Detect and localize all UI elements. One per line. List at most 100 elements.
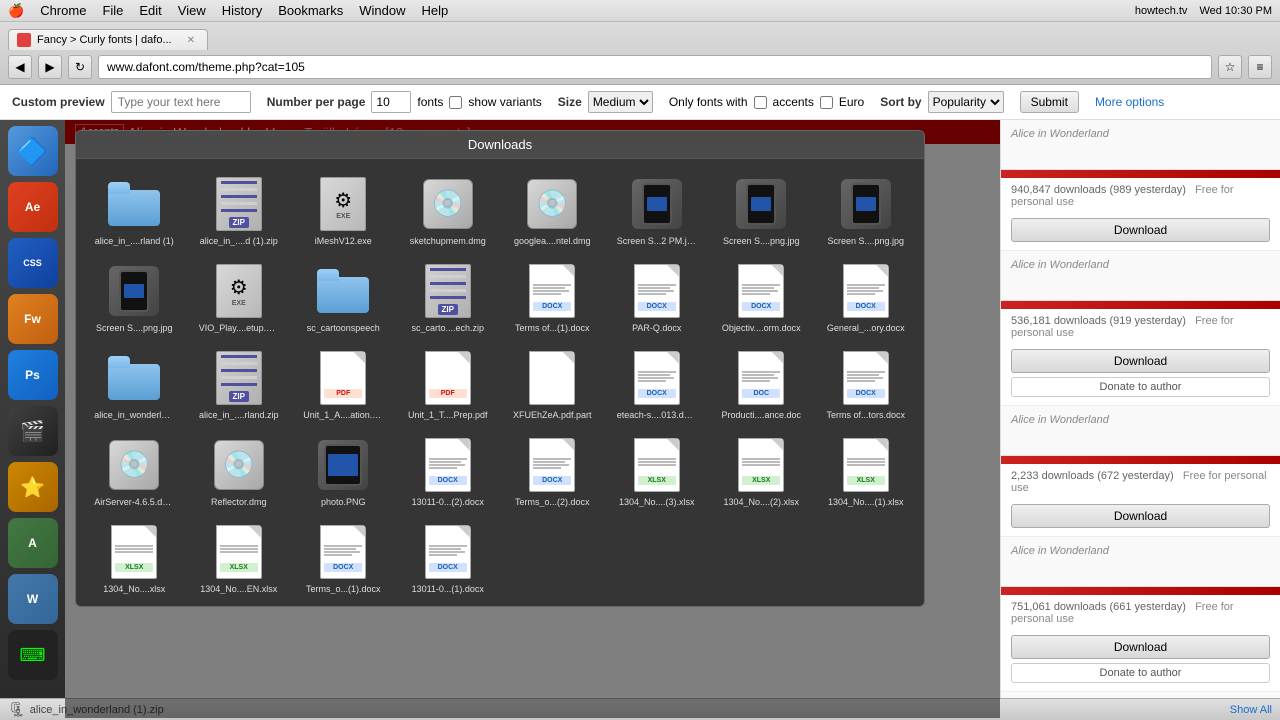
- tab-label: Fancy > Curly fonts | dafo...: [37, 34, 172, 46]
- download-item[interactable]: PDF Unit_1_A....ation.pdf: [293, 341, 394, 424]
- download-item[interactable]: Screen S....png.jpg: [816, 167, 917, 250]
- donate-button[interactable]: Donate to author: [1011, 663, 1270, 683]
- forward-button[interactable]: ▶: [38, 55, 62, 79]
- download-label: 1304_No....(2).xlsx: [721, 497, 801, 507]
- download-button[interactable]: Download: [1011, 349, 1270, 373]
- download-item[interactable]: DOCX 13011-0...(1).docx: [398, 515, 499, 598]
- sidebar-icon-star[interactable]: ⭐: [8, 462, 58, 512]
- download-item[interactable]: Screen S....png.jpg: [711, 167, 812, 250]
- download-icon: XLSX: [731, 432, 791, 497]
- download-item[interactable]: photo.PNG: [293, 428, 394, 511]
- download-item[interactable]: 💿 Reflector.dmg: [189, 428, 290, 511]
- download-label: Terms_o...(1).docx: [303, 584, 383, 594]
- download-icon: [731, 171, 791, 236]
- download-item[interactable]: Screen S....png.jpg: [84, 254, 185, 337]
- download-item[interactable]: XLSX 1304_No....(3).xlsx: [607, 428, 708, 511]
- download-button[interactable]: Download: [1011, 504, 1270, 528]
- size-select[interactable]: Medium Small Large: [588, 91, 653, 113]
- download-item[interactable]: Screen S...2 PM.jpg: [607, 167, 708, 250]
- reload-button[interactable]: ↻: [68, 55, 92, 79]
- download-item[interactable]: XLSX 1304_No....(1).xlsx: [816, 428, 917, 511]
- download-item[interactable]: DOCX PAR-Q.docx: [607, 254, 708, 337]
- bookmarks-menu[interactable]: Bookmarks: [278, 3, 343, 18]
- apple-menu[interactable]: 🍎: [8, 3, 24, 19]
- download-item[interactable]: PDF Unit_1_T....Prep.pdf: [398, 341, 499, 424]
- download-label: General_...ory.docx: [826, 323, 906, 333]
- download-icon: [522, 345, 582, 410]
- download-item[interactable]: 💿 googlea....ntel.dmg: [502, 167, 603, 250]
- view-menu[interactable]: View: [178, 3, 206, 18]
- sidebar-icon-fw[interactable]: Fw: [8, 294, 58, 344]
- download-icon: XLSX: [104, 519, 164, 584]
- back-button[interactable]: ◀: [8, 55, 32, 79]
- custom-preview-input[interactable]: [111, 91, 251, 113]
- download-item[interactable]: XFUEhZeA.pdf.part: [502, 341, 603, 424]
- download-item[interactable]: 💿 AirServer-4.6.5.dmg: [84, 428, 185, 511]
- download-item[interactable]: DOCX eteach-s....013.docx: [607, 341, 708, 424]
- download-icon: ⚙ EXE: [209, 258, 269, 323]
- download-label: Terms of...(1).docx: [512, 323, 592, 333]
- settings-button[interactable]: ≡: [1248, 55, 1272, 79]
- size-label: Size: [558, 95, 582, 109]
- help-menu[interactable]: Help: [421, 3, 448, 18]
- download-item[interactable]: DOCX Terms_o...(2).docx: [502, 428, 603, 511]
- download-item[interactable]: XLSX 1304_No....(2).xlsx: [711, 428, 812, 511]
- download-item[interactable]: ZIP alice_in_....rland.zip: [189, 341, 290, 424]
- download-item[interactable]: ZIP alice_in_....d (1).zip: [189, 167, 290, 250]
- window-menu[interactable]: Window: [359, 3, 405, 18]
- download-item[interactable]: 💿 sketchupmem.dmg: [398, 167, 499, 250]
- sidebar-icon-terminal[interactable]: ⌨: [8, 630, 58, 680]
- sidebar-icon-a[interactable]: A: [8, 518, 58, 568]
- sidebar-icon-finder[interactable]: 🔷: [8, 126, 58, 176]
- submit-button[interactable]: Submit: [1020, 91, 1079, 113]
- download-label: PAR-Q.docx: [617, 323, 697, 333]
- download-item[interactable]: alice_in_wonderland: [84, 341, 185, 424]
- download-item[interactable]: ⚙ EXE iMeshV12.exe: [293, 167, 394, 250]
- show-variants-checkbox[interactable]: [449, 96, 462, 109]
- download-label: sketchupmem.dmg: [408, 236, 488, 246]
- history-menu[interactable]: History: [222, 3, 262, 18]
- sort-group: Sort by Popularity Name Date: [880, 91, 1003, 113]
- sidebar-icon-ae[interactable]: Ae: [8, 182, 58, 232]
- file-menu[interactable]: File: [102, 3, 123, 18]
- download-item[interactable]: XLSX 1304_No....EN.xlsx: [189, 515, 290, 598]
- edit-menu[interactable]: Edit: [139, 3, 161, 18]
- chrome-menu[interactable]: Chrome: [40, 3, 86, 18]
- download-label: Screen S...2 PM.jpg: [617, 236, 697, 246]
- donate-button[interactable]: Donate to author: [1011, 377, 1270, 397]
- tab-close-button[interactable]: ✕: [187, 35, 195, 46]
- download-item[interactable]: sc_cartoonspeech: [293, 254, 394, 337]
- browser-tab[interactable]: Fancy > Curly fonts | dafo... ✕: [8, 29, 208, 50]
- bookmark-button[interactable]: ☆: [1218, 55, 1242, 79]
- show-all-link[interactable]: Show All: [1230, 704, 1272, 716]
- sort-select[interactable]: Popularity Name Date: [928, 91, 1004, 113]
- download-button[interactable]: Download: [1011, 218, 1270, 242]
- custom-preview-group: Custom preview: [12, 91, 251, 113]
- download-item[interactable]: XLSX 1304_No....xlsx: [84, 515, 185, 598]
- download-icon: XLSX: [836, 432, 896, 497]
- download-item[interactable]: alice_in_....rland (1): [84, 167, 185, 250]
- sidebar-icon-ps[interactable]: Ps: [8, 350, 58, 400]
- sidebar-icon-film[interactable]: 🎬: [8, 406, 58, 456]
- download-icon: DOCX: [836, 345, 896, 410]
- only-fonts-label: Only fonts with: [669, 95, 748, 109]
- euro-checkbox[interactable]: [820, 96, 833, 109]
- download-item[interactable]: DOC Producti....ance.doc: [711, 341, 812, 424]
- more-options-link[interactable]: More options: [1095, 95, 1164, 109]
- download-item[interactable]: DOCX Objectiv....orm.docx: [711, 254, 812, 337]
- download-item[interactable]: DOCX 13011-0...(2).docx: [398, 428, 499, 511]
- download-item[interactable]: DOCX Terms_o...(1).docx: [293, 515, 394, 598]
- download-item[interactable]: ZIP sc_carto....ech.zip: [398, 254, 499, 337]
- number-per-page-input[interactable]: [371, 91, 411, 113]
- download-icon: [104, 345, 164, 410]
- download-button[interactable]: Download: [1011, 635, 1270, 659]
- download-item[interactable]: DOCX Terms of...(1).docx: [502, 254, 603, 337]
- download-item[interactable]: DOCX General_...ory.docx: [816, 254, 917, 337]
- accents-checkbox[interactable]: [754, 96, 767, 109]
- download-icon: DOCX: [418, 519, 478, 584]
- sidebar-icon-css[interactable]: CSS: [8, 238, 58, 288]
- sidebar-icon-w[interactable]: W: [8, 574, 58, 624]
- download-item[interactable]: DOCX Terms of...tors.docx: [816, 341, 917, 424]
- download-item[interactable]: ⚙ EXE VIO_Play....etup.exe: [189, 254, 290, 337]
- address-bar[interactable]: [98, 55, 1212, 79]
